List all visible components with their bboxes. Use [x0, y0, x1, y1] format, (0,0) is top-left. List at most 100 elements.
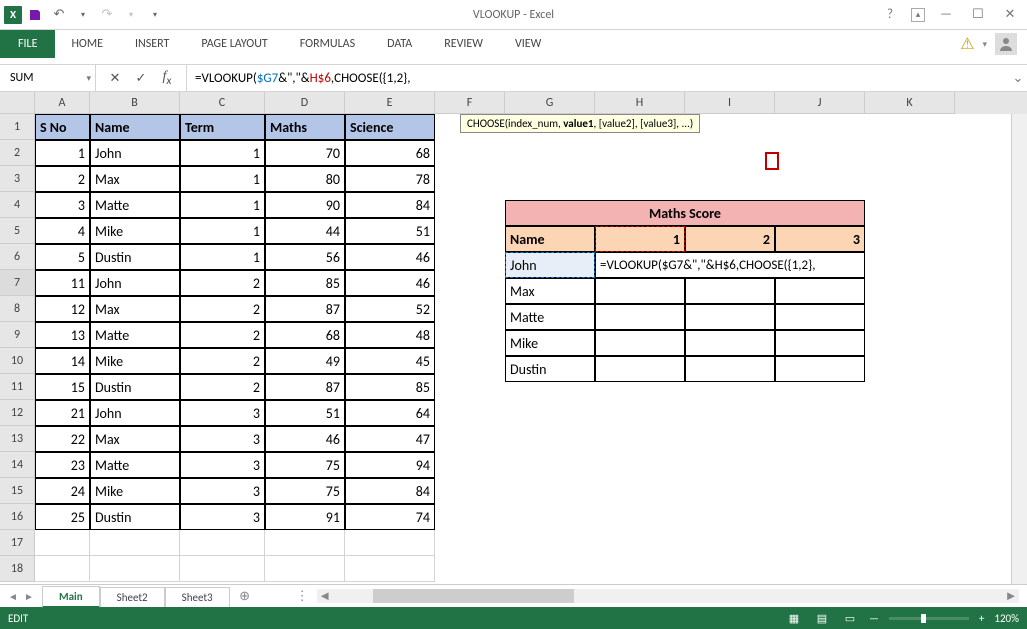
table-cell[interactable]: 46	[265, 426, 345, 452]
table-cell[interactable]: Matte	[90, 452, 180, 478]
row-header-9[interactable]: 9	[0, 322, 35, 348]
table-cell[interactable]: 2	[180, 348, 265, 374]
maths-name-4[interactable]: Dustin	[505, 356, 595, 382]
warning-dropdown-icon[interactable]: ▾	[982, 39, 987, 50]
accept-formula-icon[interactable]: ✓	[128, 65, 154, 91]
table-cell[interactable]: Dustin	[90, 374, 180, 400]
col-header-b[interactable]: B	[90, 92, 180, 114]
table-cell[interactable]: 49	[265, 348, 345, 374]
maths-empty[interactable]	[775, 330, 865, 356]
undo-icon[interactable]: ↶	[48, 4, 70, 26]
table-cell[interactable]: Max	[90, 166, 180, 192]
row-header-4[interactable]: 4	[0, 192, 35, 218]
row-header-1[interactable]: 1	[0, 114, 35, 140]
table-cell[interactable]: 15	[35, 374, 90, 400]
sheet-tab-main[interactable]: Main	[42, 586, 100, 608]
add-sheet-icon[interactable]: ⊕	[234, 585, 256, 607]
table-cell[interactable]: 3	[180, 478, 265, 504]
help-icon[interactable]: ?	[879, 4, 901, 26]
table-cell[interactable]: 74	[345, 504, 435, 530]
table-cell[interactable]: 75	[265, 478, 345, 504]
minimize-icon[interactable]: —	[935, 4, 957, 26]
col-header-c[interactable]: C	[180, 92, 265, 114]
table-cell[interactable]: 2	[180, 322, 265, 348]
table-cell[interactable]: 14	[35, 348, 90, 374]
warning-icon[interactable]: ⚠	[960, 34, 974, 54]
redo-dropdown-icon[interactable]: ▾	[120, 4, 142, 26]
table-cell[interactable]: 3	[180, 426, 265, 452]
maths-name-1[interactable]: Max	[505, 278, 595, 304]
table-cell[interactable]: 1	[180, 244, 265, 270]
table-cell[interactable]: Matte	[90, 322, 180, 348]
table-cell[interactable]: 21	[35, 400, 90, 426]
table-cell[interactable]: 68	[265, 322, 345, 348]
maths-empty[interactable]	[595, 330, 685, 356]
table-cell[interactable]: 4	[35, 218, 90, 244]
tab-home[interactable]: HOME	[55, 30, 119, 58]
zoom-slider-thumb[interactable]	[921, 614, 926, 623]
empty-cell[interactable]	[35, 556, 90, 582]
empty-cell[interactable]	[180, 556, 265, 582]
table-cell[interactable]: 11	[35, 270, 90, 296]
row-header-6[interactable]: 6	[0, 244, 35, 270]
table-cell[interactable]: 24	[35, 478, 90, 504]
close-icon[interactable]: ✕	[999, 4, 1021, 26]
table-cell[interactable]: 1	[180, 218, 265, 244]
table-cell[interactable]: 80	[265, 166, 345, 192]
tab-data[interactable]: DATA	[371, 30, 428, 58]
empty-cell[interactable]	[35, 530, 90, 556]
table-cell[interactable]: 5	[35, 244, 90, 270]
tab-review[interactable]: REVIEW	[428, 30, 499, 58]
table-cell[interactable]: 52	[345, 296, 435, 322]
row-header-12[interactable]: 12	[0, 400, 35, 426]
editing-cell[interactable]: =VLOOKUP($G7&","&H$6,CHOOSE({1,2},	[595, 252, 865, 278]
table-cell[interactable]: 13	[35, 322, 90, 348]
view-page-layout-icon[interactable]: ▤	[813, 611, 831, 625]
table-cell[interactable]: Dustin	[90, 244, 180, 270]
table-header[interactable]: Science	[345, 114, 435, 140]
excel-icon[interactable]: X	[4, 6, 22, 24]
sheet-tab-sheet3[interactable]: Sheet3	[165, 587, 230, 607]
table-cell[interactable]: John	[90, 270, 180, 296]
fx-icon[interactable]: fx	[154, 65, 180, 91]
maths-empty[interactable]	[595, 278, 685, 304]
table-cell[interactable]: 51	[265, 400, 345, 426]
row-header-14[interactable]: 14	[0, 452, 35, 478]
col-header-f[interactable]: F	[435, 92, 505, 114]
table-cell[interactable]: 1	[180, 140, 265, 166]
table-header[interactable]: Term	[180, 114, 265, 140]
table-cell[interactable]: 22	[35, 426, 90, 452]
table-cell[interactable]: 85	[345, 374, 435, 400]
table-cell[interactable]: 1	[35, 140, 90, 166]
table-cell[interactable]: 3	[180, 400, 265, 426]
table-header[interactable]: Name	[90, 114, 180, 140]
col-header-e[interactable]: E	[345, 92, 435, 114]
qat-customize-icon[interactable]: ▾	[144, 4, 166, 26]
undo-dropdown-icon[interactable]: ▾	[72, 4, 94, 26]
sheet-tab-sheet2[interactable]: Sheet2	[100, 587, 165, 607]
table-cell[interactable]: 94	[345, 452, 435, 478]
table-cell[interactable]: 47	[345, 426, 435, 452]
maths-empty[interactable]	[775, 356, 865, 382]
table-cell[interactable]: 48	[345, 322, 435, 348]
table-cell[interactable]: 12	[35, 296, 90, 322]
view-page-break-icon[interactable]: ▭	[841, 611, 859, 625]
maths-name-3[interactable]: Mike	[505, 330, 595, 356]
table-cell[interactable]: 46	[345, 244, 435, 270]
table-cell[interactable]: 70	[265, 140, 345, 166]
table-cell[interactable]: 64	[345, 400, 435, 426]
maths-name-2[interactable]: Matte	[505, 304, 595, 330]
table-cell[interactable]: 25	[35, 504, 90, 530]
hscroll-thumb[interactable]	[373, 589, 574, 603]
col-header-g[interactable]: G	[505, 92, 595, 114]
sheet-nav-prev-icon[interactable]: ◄	[6, 588, 20, 604]
tab-page-layout[interactable]: PAGE LAYOUT	[185, 30, 283, 58]
view-normal-icon[interactable]: ▦	[785, 611, 803, 625]
row-header-8[interactable]: 8	[0, 296, 35, 322]
table-cell[interactable]: 87	[265, 296, 345, 322]
table-cell[interactable]: 91	[265, 504, 345, 530]
table-cell[interactable]: John	[90, 140, 180, 166]
table-cell[interactable]: 3	[180, 452, 265, 478]
name-box[interactable]: SUM ▾	[0, 65, 96, 91]
table-cell[interactable]: 2	[180, 270, 265, 296]
